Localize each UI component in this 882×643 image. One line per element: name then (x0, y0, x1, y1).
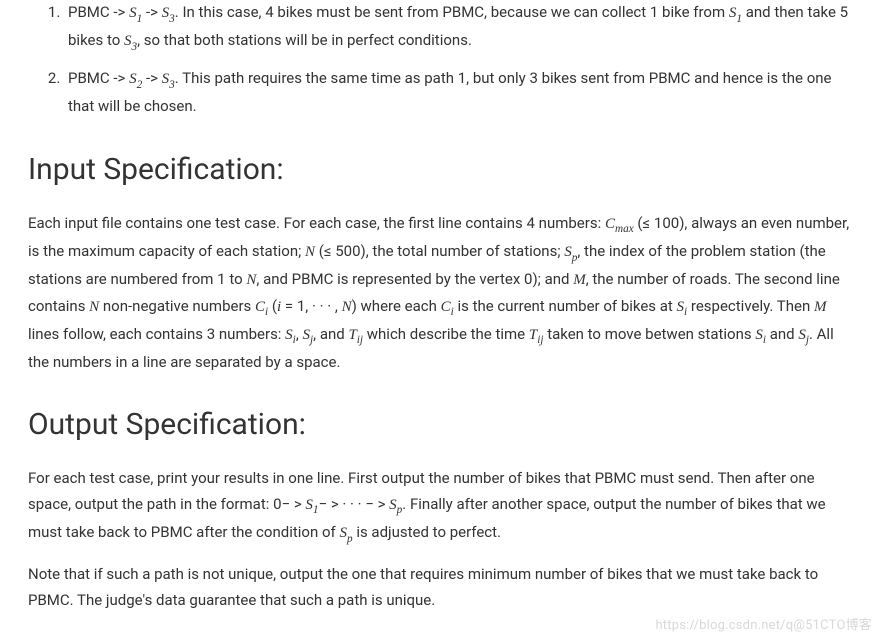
watermark-text: https://blog.csdn.net/q@51CTO博客 (655, 615, 872, 637)
output-spec-body: For each test case, print your results i… (28, 466, 854, 548)
list-item: PBMC -> S1 -> S3. In this case, 4 bikes … (64, 0, 854, 56)
example-list: PBMC -> S1 -> S3. In this case, 4 bikes … (28, 0, 854, 120)
input-spec-body: Each input file contains one test case. … (28, 211, 854, 376)
input-spec-heading: Input Specification: (28, 144, 854, 195)
output-spec-note: Note that if such a path is not unique, … (28, 562, 854, 613)
list-item: PBMC -> S2 -> S3. This path requires the… (64, 66, 854, 120)
output-spec-heading: Output Specification: (28, 399, 854, 450)
